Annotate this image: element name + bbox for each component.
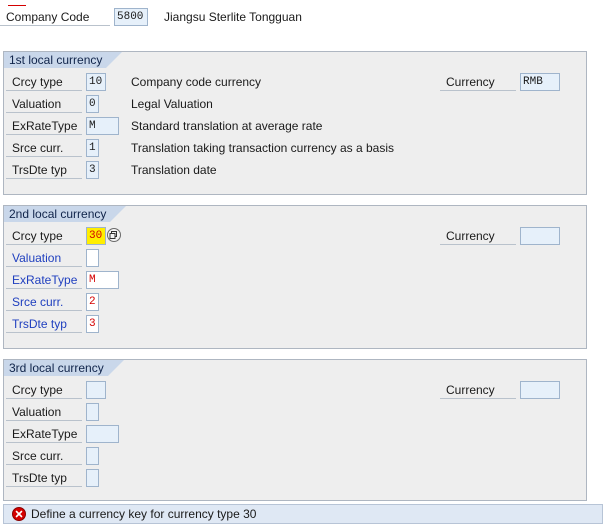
crcy-type-field[interactable]: [86, 381, 106, 399]
valuation-desc: Legal Valuation: [131, 97, 213, 111]
trsdte-typ-field[interactable]: 3: [86, 315, 99, 333]
valuation-label: Valuation: [6, 249, 82, 267]
srce-curr-desc: Translation taking transaction currency …: [131, 141, 395, 155]
status-message: Define a currency key for currency type …: [31, 507, 257, 521]
error-icon: [12, 507, 26, 521]
currency-label: Currency: [440, 227, 516, 245]
valuation-label: Valuation: [6, 403, 82, 421]
currency-field[interactable]: [520, 381, 560, 399]
currency-field[interactable]: RMB: [520, 73, 560, 91]
srce-curr-field[interactable]: 1: [86, 139, 99, 157]
value-help-icon[interactable]: [107, 228, 121, 242]
exratetype-label: ExRateType: [6, 117, 82, 135]
group-title: 1st local currency: [9, 53, 103, 67]
crcy-type-label: Crcy type: [6, 73, 82, 91]
exratetype-desc: Standard translation at average rate: [131, 119, 323, 133]
srce-curr-field[interactable]: [86, 447, 99, 465]
crcy-type-label: Crcy type: [6, 227, 82, 245]
crcy-type-label: Crcy type: [6, 381, 82, 399]
crcy-type-field[interactable]: 10: [86, 73, 106, 91]
srce-curr-label: Srce curr.: [6, 293, 82, 311]
exratetype-field[interactable]: [86, 425, 119, 443]
group-title: 2nd local currency: [9, 207, 107, 221]
crcy-type-desc: Company code currency: [131, 75, 262, 89]
valuation-label: Valuation: [6, 95, 82, 113]
valuation-field[interactable]: [86, 403, 99, 421]
company-code-label: Company Code: [0, 8, 110, 26]
trsdte-typ-label: TrsDte typ: [6, 161, 82, 179]
srce-curr-field[interactable]: 2: [86, 293, 99, 311]
trsdte-typ-field[interactable]: 3: [86, 161, 99, 179]
exratetype-field[interactable]: M: [86, 117, 119, 135]
exratetype-label: ExRateType: [6, 271, 82, 289]
trsdte-typ-label: TrsDte typ: [6, 315, 82, 333]
trsdte-typ-desc: Translation date: [131, 163, 217, 177]
company-code-field[interactable]: 5800: [114, 8, 148, 26]
srce-curr-label: Srce curr.: [6, 139, 82, 157]
required-marker: [8, 5, 26, 6]
exratetype-field[interactable]: M: [86, 271, 119, 289]
crcy-type-field[interactable]: 30: [86, 227, 106, 245]
exratetype-label: ExRateType: [6, 425, 82, 443]
trsdte-typ-field[interactable]: [86, 469, 99, 487]
valuation-field[interactable]: 0: [86, 95, 99, 113]
valuation-field[interactable]: [86, 249, 99, 267]
group-title: 3rd local currency: [9, 361, 104, 375]
company-name-text: Jiangsu Sterlite Tongguan: [164, 10, 302, 24]
currency-label: Currency: [440, 73, 516, 91]
srce-curr-label: Srce curr.: [6, 447, 82, 465]
currency-label: Currency: [440, 381, 516, 399]
currency-field[interactable]: [520, 227, 560, 245]
trsdte-typ-label: TrsDte typ: [6, 469, 82, 487]
